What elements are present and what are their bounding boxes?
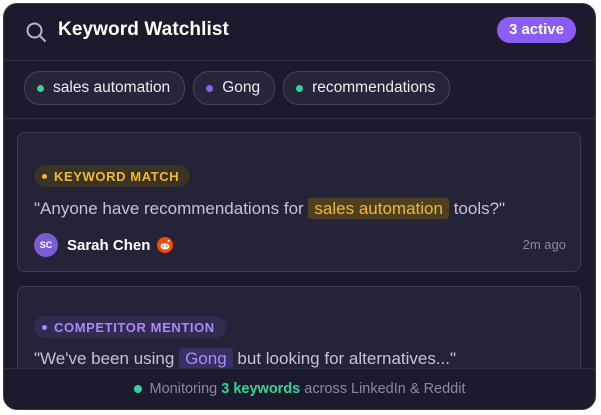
- keyword-highlight: sales automation: [308, 198, 449, 219]
- competitor-mention-tag: COMPETITOR MENTION: [34, 316, 226, 338]
- author-row: SC Sarah Chen: [34, 233, 174, 257]
- search-icon[interactable]: [25, 21, 47, 43]
- keyword-watchlist-panel: Keyword Watchlist 3 active sales automat…: [3, 3, 596, 410]
- status-dot: [206, 84, 214, 92]
- mention-card[interactable]: KEYWORD MATCH "Anyone have recommendatio…: [17, 132, 581, 272]
- keyword-chip-sales-automation[interactable]: sales automation: [24, 71, 186, 105]
- footer-suffix: across LinkedIn & Reddit: [304, 381, 466, 397]
- quote-text: but looking for alternatives...": [237, 349, 457, 368]
- footer-prefix: Monitoring: [149, 381, 218, 397]
- keyword-chip-gong[interactable]: Gong: [193, 71, 276, 105]
- keyword-highlight: Gong: [179, 348, 233, 369]
- divider: [4, 118, 595, 119]
- chip-label: recommendations: [312, 79, 436, 96]
- active-count-badge: 3 active: [496, 17, 576, 43]
- page-title: Keyword Watchlist: [58, 19, 229, 40]
- keyword-chip-list: sales automation Gong recommendations: [24, 71, 451, 105]
- reddit-icon: [157, 237, 174, 253]
- keyword-chip-recommendations[interactable]: recommendations: [283, 71, 451, 105]
- panel-header: Keyword Watchlist 3 active: [4, 4, 595, 61]
- keyword-count: 3 keywords: [221, 381, 301, 397]
- tag-label: KEYWORD MATCH: [54, 168, 180, 184]
- avatar: SC: [34, 233, 58, 257]
- author-name[interactable]: Sarah Chen: [67, 237, 150, 254]
- tag-dot: [42, 173, 47, 179]
- chip-label: sales automation: [53, 79, 171, 96]
- status-dot: [296, 84, 304, 92]
- monitoring-status-bar: Monitoring 3 keywords across LinkedIn & …: [4, 368, 595, 409]
- quote-text: tools?": [453, 199, 506, 218]
- tag-dot: [42, 324, 47, 330]
- tag-label: COMPETITOR MENTION: [54, 319, 215, 335]
- quote-text: "Anyone have recommendations for: [34, 199, 304, 218]
- mention-quote: "Anyone have recommendations for sales a…: [34, 198, 506, 219]
- mention-quote: "We've been using Gong but looking for a…: [34, 348, 457, 369]
- status-dot: [133, 385, 142, 393]
- keyword-match-tag: KEYWORD MATCH: [34, 165, 191, 187]
- chip-label: Gong: [222, 79, 261, 96]
- quote-text: "We've been using: [34, 349, 175, 368]
- timestamp: 2m ago: [522, 237, 566, 252]
- status-dot: [37, 84, 44, 92]
